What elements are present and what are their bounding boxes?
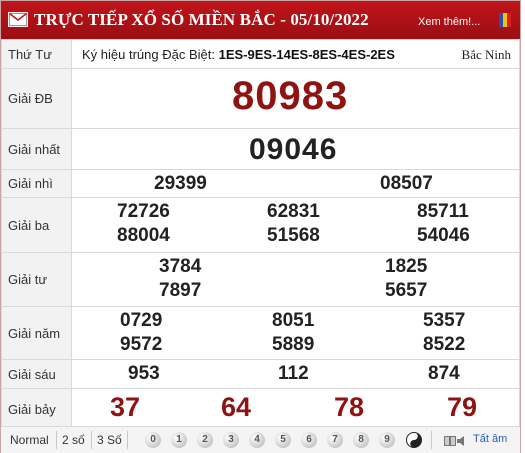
prize-label-tu: Giải tư bbox=[1, 252, 72, 307]
digit-ball-3[interactable]: 3 bbox=[223, 432, 239, 448]
kyhieu-value: 1ES-9ES-14ES-8ES-4ES-2ES bbox=[218, 46, 395, 62]
prize-number-nhat: 09046 bbox=[249, 133, 338, 166]
tat-am-button[interactable]: Tất âm bbox=[473, 433, 507, 445]
divider bbox=[56, 431, 57, 449]
prize-row-tu: Giải tư 3784 1825 7897 5657 bbox=[1, 252, 520, 307]
prize-number-nam: 5889 bbox=[272, 334, 315, 355]
prize-number-nam: 0729 bbox=[120, 310, 163, 331]
lottery-widget: TRỰC TIẾP XỔ SỐ MIỀN BẮC - 05/10/2022 Xe… bbox=[0, 0, 521, 453]
prize-number-nam: 8051 bbox=[272, 310, 315, 331]
divider bbox=[91, 431, 92, 449]
day-label: Thứ Tư bbox=[1, 39, 72, 69]
digit-ball-1[interactable]: 1 bbox=[171, 432, 187, 448]
prize-number-bay: 78 bbox=[334, 392, 365, 422]
mode-normal[interactable]: Normal bbox=[10, 433, 49, 447]
mail-icon[interactable] bbox=[8, 12, 28, 27]
prize-number-tu: 7897 bbox=[159, 280, 202, 301]
speaker-icon[interactable] bbox=[444, 434, 466, 446]
prize-label-db: Giải ĐB bbox=[1, 68, 72, 129]
prize-number-db: 80983 bbox=[232, 74, 349, 118]
prize-number-sau: 874 bbox=[428, 363, 460, 384]
prize-number-ba: 62831 bbox=[267, 201, 320, 222]
prize-number-ba: 54046 bbox=[417, 225, 470, 246]
prize-row-nam: Giải năm 0729 8051 5357 9572 5889 8522 bbox=[1, 306, 520, 360]
divider bbox=[431, 431, 432, 449]
digit-ball-7[interactable]: 7 bbox=[327, 432, 343, 448]
footer-toolbar: Normal 2 số 3 Số 0 1 2 3 4 5 6 7 8 9 Tất… bbox=[1, 426, 520, 453]
digit-ball-0[interactable]: 0 bbox=[145, 432, 161, 448]
prize-number-tu: 1825 bbox=[385, 256, 428, 277]
prize-number-ba: 51568 bbox=[267, 225, 320, 246]
prize-label-sau: Giải sáu bbox=[1, 359, 72, 389]
mode-3-so[interactable]: 3 Số bbox=[97, 433, 122, 447]
digit-ball-4[interactable]: 4 bbox=[249, 432, 265, 448]
prize-label-nam: Giải năm bbox=[1, 306, 72, 360]
prize-number-ba: 85711 bbox=[417, 201, 469, 222]
digit-ball-5[interactable]: 5 bbox=[275, 432, 291, 448]
digit-ball-8[interactable]: 8 bbox=[353, 432, 369, 448]
prize-row-ba: Giải ba 72726 62831 85711 88004 51568 54… bbox=[1, 197, 520, 253]
prize-label-nhi: Giải nhì bbox=[1, 169, 72, 198]
prize-number-nhi: 29399 bbox=[154, 173, 207, 194]
prize-row-bay: Giải bảy 37 64 78 79 bbox=[1, 388, 520, 430]
header-bar: TRỰC TIẾP XỔ SỐ MIỀN BẮC - 05/10/2022 Xe… bbox=[1, 1, 520, 39]
prize-label-nhat: Giải nhất bbox=[1, 128, 72, 170]
more-link[interactable]: Xem thêm!... bbox=[418, 16, 480, 28]
yin-yang-icon[interactable] bbox=[406, 432, 422, 448]
province-name: Bắc Ninh bbox=[461, 46, 511, 62]
prize-number-nam: 5357 bbox=[423, 310, 466, 331]
prize-number-ba: 72726 bbox=[117, 201, 170, 222]
prize-number-nhi: 08507 bbox=[380, 173, 433, 194]
prize-number-bay: 64 bbox=[221, 392, 252, 422]
prize-number-tu: 5657 bbox=[385, 280, 428, 301]
mode-2-so[interactable]: 2 số bbox=[62, 433, 85, 447]
prize-number-bay: 79 bbox=[447, 392, 478, 422]
prize-row-db: Giải ĐB 80983 bbox=[1, 68, 520, 129]
prize-number-ba: 88004 bbox=[117, 225, 170, 246]
prize-number-sau: 112 bbox=[278, 363, 309, 384]
prize-row-nhat: Giải nhất 09046 bbox=[1, 128, 520, 170]
digit-ball-9[interactable]: 9 bbox=[379, 432, 395, 448]
prize-row-nhi: Giải nhì 29399 08507 bbox=[1, 169, 520, 198]
prize-number-nam: 9572 bbox=[120, 334, 163, 355]
kyhieu-label: Ký hiệu trúng Đặc Biệt: bbox=[82, 46, 215, 62]
header-title: TRỰC TIẾP XỔ SỐ MIỀN BẮC - 05/10/2022 bbox=[34, 10, 369, 29]
prize-label-bay: Giải bảy bbox=[1, 388, 72, 430]
kyhieu-text: Ký hiệu trúng Đặc Biệt: 1ES-9ES-14ES-8ES… bbox=[82, 47, 395, 62]
prize-number-bay: 37 bbox=[110, 392, 141, 422]
prize-number-tu: 3784 bbox=[159, 256, 202, 277]
prize-number-nam: 8522 bbox=[423, 334, 466, 355]
divider bbox=[127, 431, 128, 449]
results-table: Thứ Tư Ký hiệu trúng Đặc Biệt: 1ES-9ES-1… bbox=[1, 39, 520, 430]
flag-icon[interactable] bbox=[495, 10, 515, 30]
digit-ball-6[interactable]: 6 bbox=[301, 432, 317, 448]
prize-label-ba: Giải ba bbox=[1, 197, 72, 253]
digit-ball-2[interactable]: 2 bbox=[197, 432, 213, 448]
info-row: Thứ Tư Ký hiệu trúng Đặc Biệt: 1ES-9ES-1… bbox=[1, 39, 520, 69]
prize-number-sau: 953 bbox=[128, 363, 160, 384]
prize-row-sau: Giải sáu 953 112 874 bbox=[1, 359, 520, 389]
